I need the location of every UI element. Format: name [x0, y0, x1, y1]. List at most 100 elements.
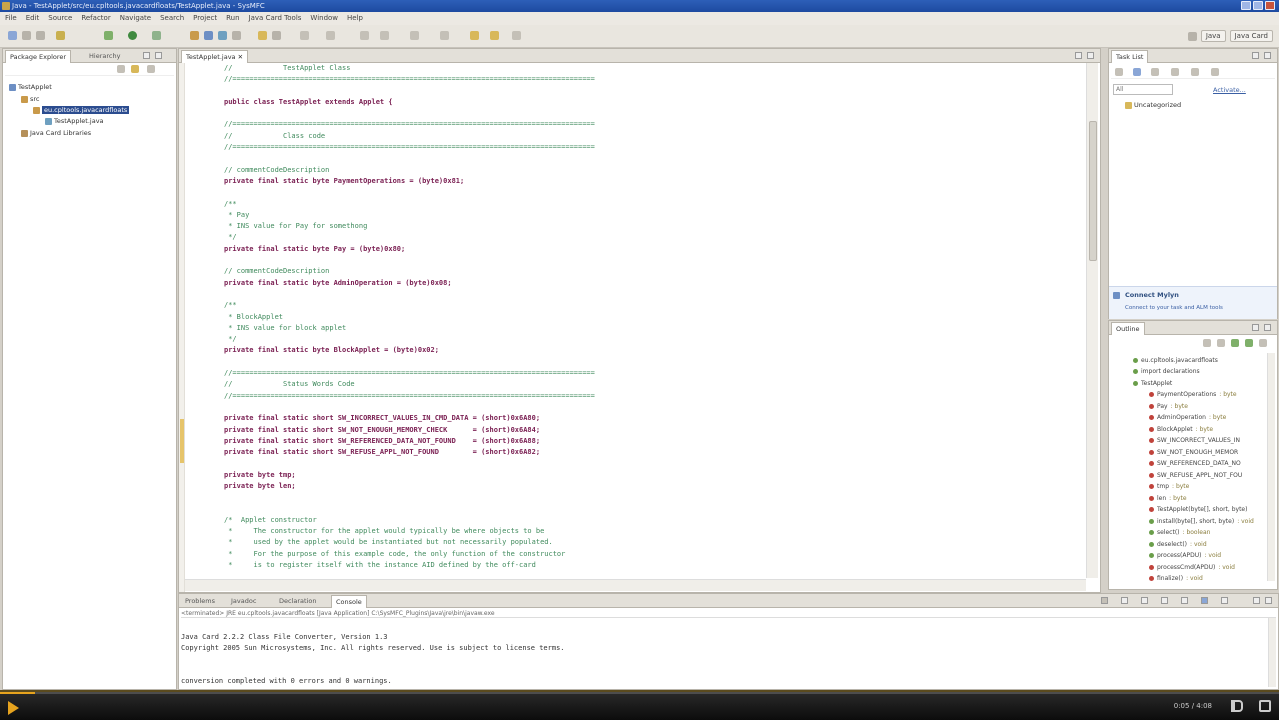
previous-annotation-icon[interactable] [326, 31, 335, 40]
link-editor-icon[interactable] [131, 65, 139, 73]
javacard-tools-icon[interactable] [512, 31, 521, 40]
outline-item[interactable]: process(APDU): void [1149, 551, 1221, 561]
view-menu-icon[interactable] [1259, 339, 1267, 347]
code-line[interactable]: //======================================… [224, 368, 1082, 379]
code-line[interactable]: //======================================… [224, 391, 1082, 402]
code-line[interactable]: * BlockApplet [224, 312, 1082, 323]
maximize-button[interactable] [1253, 1, 1263, 10]
outline-item[interactable]: tmp: byte [1149, 482, 1189, 492]
outline-item[interactable]: eu.cpltools.javacardfloats [1133, 355, 1218, 365]
code-line[interactable]: // commentCodeDescription [224, 266, 1082, 277]
outline-item[interactable]: select(): boolean [1149, 528, 1210, 538]
new-icon[interactable] [8, 31, 17, 40]
javacard-convert-icon[interactable] [470, 31, 479, 40]
debug-icon[interactable] [104, 31, 113, 40]
code-line[interactable]: * For the purpose of this example code, … [224, 549, 1082, 560]
code-line[interactable]: private byte len; [224, 481, 1082, 492]
code-line[interactable]: // TestApplet Class [224, 63, 1082, 74]
maximize-view-icon[interactable] [1265, 597, 1272, 604]
code-line[interactable]: //======================================… [224, 119, 1082, 130]
open-perspective-icon[interactable] [1187, 31, 1197, 41]
code-line[interactable]: private final static byte PaymentOperati… [224, 176, 1082, 187]
tree-item-java-file[interactable]: TestApplet.java [45, 117, 104, 125]
open-console-icon[interactable] [1221, 597, 1228, 604]
menu-help[interactable]: Help [347, 12, 363, 25]
outline-item[interactable]: BlockApplet: byte [1149, 424, 1213, 434]
outline-item[interactable]: finalize(): void [1149, 574, 1203, 584]
menu-project[interactable]: Project [193, 12, 217, 25]
display-console-icon[interactable] [1201, 597, 1208, 604]
code-line[interactable]: private final static short SW_REFERENCED… [224, 436, 1082, 447]
tab-testapplet-java[interactable]: TestApplet.java ✕ [181, 50, 249, 63]
tab-task-list[interactable]: Task List [1111, 50, 1149, 63]
code-line[interactable] [224, 108, 1082, 119]
outline-item[interactable]: import declarations [1133, 367, 1200, 377]
code-line[interactable] [224, 289, 1082, 300]
code-line[interactable]: private final static short SW_NOT_ENOUGH… [224, 425, 1082, 436]
code-line[interactable]: /** [224, 199, 1082, 210]
tab-outline[interactable]: Outline [1111, 322, 1145, 335]
editor-vertical-scrollbar[interactable] [1086, 63, 1098, 578]
maximize-editor-icon[interactable] [1087, 52, 1094, 59]
tree-item-package[interactable]: eu.cpltools.javacardfloats [33, 106, 130, 114]
external-tools-icon[interactable] [152, 31, 161, 40]
code-line[interactable]: /** [224, 300, 1082, 311]
minimize-view-icon[interactable] [143, 52, 150, 59]
collapse-all-icon[interactable] [117, 65, 125, 73]
outline-item[interactable]: TestApplet(byte[], short, byte) [1149, 505, 1247, 515]
code-line[interactable]: * INS value for Pay for somethong [224, 221, 1082, 232]
menu-window[interactable]: Window [310, 12, 338, 25]
print-icon[interactable] [36, 31, 45, 40]
editor-horizontal-scrollbar[interactable] [185, 579, 1086, 591]
tab-declaration[interactable]: Declaration [275, 595, 320, 608]
code-line[interactable]: private final static byte BlockApplet = … [224, 345, 1082, 356]
tree-item-project[interactable]: TestApplet [9, 83, 52, 91]
outline-item[interactable]: AdminOperation: byte [1149, 413, 1226, 423]
code-line[interactable] [224, 153, 1082, 164]
outline-item[interactable]: deselect(): void [1149, 539, 1207, 549]
code-line[interactable]: // Class code [224, 131, 1082, 142]
code-line[interactable]: */ [224, 334, 1082, 345]
back-icon[interactable] [380, 31, 389, 40]
pin-icon[interactable] [440, 31, 449, 40]
annotation-icon[interactable] [272, 31, 281, 40]
fullscreen-icon[interactable] [1259, 700, 1271, 712]
next-annotation-icon[interactable] [300, 31, 309, 40]
close-button[interactable] [1265, 1, 1275, 10]
new-task-icon[interactable] [1115, 68, 1123, 76]
build-icon[interactable] [56, 31, 65, 40]
outline-item[interactable]: TestApplet [1133, 378, 1172, 388]
code-line[interactable]: public class TestApplet extends Applet { [224, 97, 1082, 108]
new-package-icon[interactable] [204, 31, 213, 40]
minimize-view-icon[interactable] [1252, 52, 1259, 59]
outline-scrollbar[interactable] [1267, 353, 1275, 581]
remove-launch-icon[interactable] [1121, 597, 1128, 604]
outline-item[interactable]: SW_REFUSE_APPL_NOT_FOU [1149, 470, 1242, 480]
volume-icon[interactable] [1231, 700, 1243, 712]
tab-console[interactable]: Console [331, 595, 367, 608]
clear-console-icon[interactable] [1141, 597, 1148, 604]
task-category-uncategorized[interactable]: Uncategorized [1125, 101, 1181, 109]
last-edit-icon[interactable] [360, 31, 369, 40]
code-line[interactable]: //======================================… [224, 142, 1082, 153]
code-line[interactable] [224, 504, 1082, 515]
outline-item[interactable]: len: byte [1149, 493, 1187, 503]
menu-source[interactable]: Source [48, 12, 72, 25]
tab-package-explorer[interactable]: Package Explorer [5, 50, 72, 63]
perspective-java[interactable]: Java [1200, 30, 1226, 42]
hide-fields-icon[interactable] [1217, 339, 1225, 347]
forward-icon[interactable] [410, 31, 419, 40]
search-icon[interactable] [258, 31, 267, 40]
code-line[interactable]: // commentCodeDescription [224, 165, 1082, 176]
outline-item[interactable]: PaymentOperations: byte [1149, 390, 1237, 400]
code-line[interactable]: //======================================… [224, 74, 1082, 85]
terminate-icon[interactable] [1101, 597, 1108, 604]
code-line[interactable]: * used by the applet would be instantiat… [224, 537, 1082, 548]
scroll-lock-icon[interactable] [1161, 597, 1168, 604]
menu-file[interactable]: File [5, 12, 17, 25]
view-menu-icon[interactable] [147, 65, 155, 73]
collapse-icon[interactable] [1191, 68, 1199, 76]
menu-run[interactable]: Run [226, 12, 239, 25]
code-line[interactable] [224, 187, 1082, 198]
code-line[interactable]: /* Applet constructor [224, 515, 1082, 526]
